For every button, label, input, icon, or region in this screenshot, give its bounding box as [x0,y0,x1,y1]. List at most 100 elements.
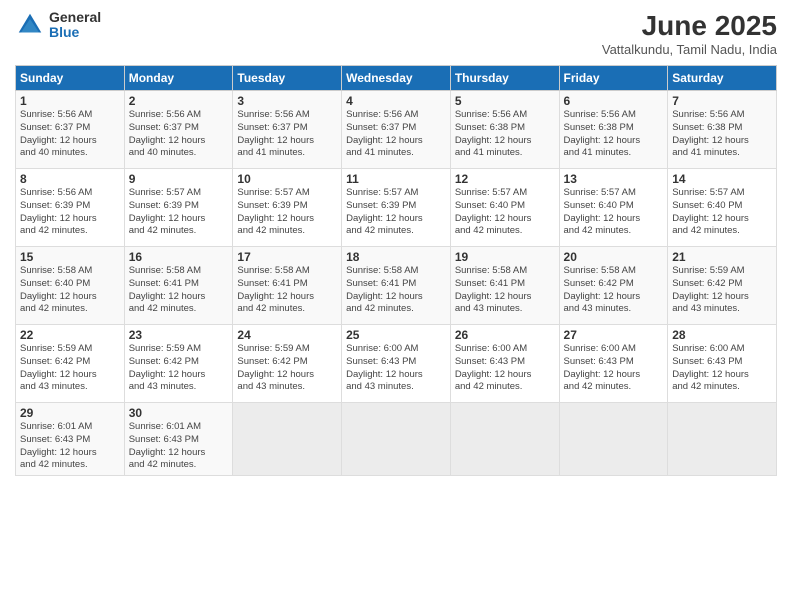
calendar-cell [559,403,668,476]
calendar-cell: 12Sunrise: 5:57 AM Sunset: 6:40 PM Dayli… [450,169,559,247]
header: General Blue June 2025 Vattalkundu, Tami… [15,10,777,57]
calendar-cell: 5Sunrise: 5:56 AM Sunset: 6:38 PM Daylig… [450,91,559,169]
calendar-cell: 1Sunrise: 5:56 AM Sunset: 6:37 PM Daylig… [16,91,125,169]
day-number: 11 [346,172,446,186]
calendar-cell: 4Sunrise: 5:56 AM Sunset: 6:37 PM Daylig… [342,91,451,169]
col-header-tuesday: Tuesday [233,66,342,91]
calendar-cell: 23Sunrise: 5:59 AM Sunset: 6:42 PM Dayli… [124,325,233,403]
calendar-cell [450,403,559,476]
calendar-cell: 19Sunrise: 5:58 AM Sunset: 6:41 PM Dayli… [450,247,559,325]
col-header-thursday: Thursday [450,66,559,91]
day-number: 25 [346,328,446,342]
day-info: Sunrise: 6:01 AM Sunset: 6:43 PM Dayligh… [129,421,229,472]
calendar-week-5: 29 Sunrise: 6:01 AM Sunset: 6:43 PM Dayli… [16,403,777,476]
calendar-cell: 8Sunrise: 5:56 AM Sunset: 6:39 PM Daylig… [16,169,125,247]
day-number: 4 [346,94,446,108]
day-number: 28 [672,328,772,342]
day-number: 19 [455,250,555,264]
day-number: 29 [20,406,120,420]
calendar-cell: 22Sunrise: 5:59 AM Sunset: 6:42 PM Dayli… [16,325,125,403]
calendar-cell: 6Sunrise: 5:56 AM Sunset: 6:38 PM Daylig… [559,91,668,169]
day-info: Sunrise: 6:00 AM Sunset: 6:43 PM Dayligh… [564,343,664,394]
logo: General Blue [15,10,101,41]
day-number: 1 [20,94,120,108]
day-number: 8 [20,172,120,186]
day-info: Sunrise: 5:56 AM Sunset: 6:39 PM Dayligh… [20,187,120,238]
calendar-cell: 9Sunrise: 5:57 AM Sunset: 6:39 PM Daylig… [124,169,233,247]
logo-general: General [49,10,101,25]
calendar-week-4: 22Sunrise: 5:59 AM Sunset: 6:42 PM Dayli… [16,325,777,403]
day-number: 6 [564,94,664,108]
calendar-week-2: 8Sunrise: 5:56 AM Sunset: 6:39 PM Daylig… [16,169,777,247]
day-number: 16 [129,250,229,264]
day-number: 12 [455,172,555,186]
calendar-cell: 10Sunrise: 5:57 AM Sunset: 6:39 PM Dayli… [233,169,342,247]
day-info: Sunrise: 5:59 AM Sunset: 6:42 PM Dayligh… [20,343,120,394]
logo-blue: Blue [49,25,101,40]
day-number: 30 [129,406,229,420]
day-number: 24 [237,328,337,342]
calendar-cell: 21Sunrise: 5:59 AM Sunset: 6:42 PM Dayli… [668,247,777,325]
location-subtitle: Vattalkundu, Tamil Nadu, India [602,42,777,57]
day-info: Sunrise: 6:00 AM Sunset: 6:43 PM Dayligh… [455,343,555,394]
calendar-cell: 28Sunrise: 6:00 AM Sunset: 6:43 PM Dayli… [668,325,777,403]
day-number: 22 [20,328,120,342]
day-info: Sunrise: 5:56 AM Sunset: 6:38 PM Dayligh… [672,109,772,160]
day-number: 10 [237,172,337,186]
day-info: Sunrise: 5:57 AM Sunset: 6:39 PM Dayligh… [346,187,446,238]
month-title: June 2025 [602,10,777,42]
calendar-cell: 13Sunrise: 5:57 AM Sunset: 6:40 PM Dayli… [559,169,668,247]
day-info: Sunrise: 5:59 AM Sunset: 6:42 PM Dayligh… [672,265,772,316]
calendar-cell: 27Sunrise: 6:00 AM Sunset: 6:43 PM Dayli… [559,325,668,403]
day-info: Sunrise: 5:57 AM Sunset: 6:39 PM Dayligh… [129,187,229,238]
calendar-week-1: 1 Sunrise: 5:56 AM Sunset: 6:37 PM Daylig… [16,91,777,169]
calendar-cell: 15Sunrise: 5:58 AM Sunset: 6:40 PM Dayli… [16,247,125,325]
day-number: 21 [672,250,772,264]
day-number: 3 [237,94,337,108]
title-block: June 2025 Vattalkundu, Tamil Nadu, India [602,10,777,57]
day-info: Sunrise: 5:56 AM Sunset: 6:38 PM Dayligh… [455,109,555,160]
col-header-friday: Friday [559,66,668,91]
day-number: 26 [455,328,555,342]
calendar-cell [342,403,451,476]
day-info: Sunrise: 5:58 AM Sunset: 6:42 PM Dayligh… [564,265,664,316]
calendar-cell: 16Sunrise: 5:58 AM Sunset: 6:41 PM Dayli… [124,247,233,325]
day-info: Sunrise: 6:00 AM Sunset: 6:43 PM Dayligh… [672,343,772,394]
day-number: 5 [455,94,555,108]
day-number: 23 [129,328,229,342]
day-number: 20 [564,250,664,264]
day-info: Sunrise: 5:57 AM Sunset: 6:40 PM Dayligh… [455,187,555,238]
calendar-cell [233,403,342,476]
day-info: Sunrise: 5:57 AM Sunset: 6:40 PM Dayligh… [672,187,772,238]
col-header-saturday: Saturday [668,66,777,91]
logo-text: General Blue [49,10,101,41]
day-info: Sunrise: 5:58 AM Sunset: 6:41 PM Dayligh… [346,265,446,316]
day-number: 18 [346,250,446,264]
day-info: Sunrise: 5:58 AM Sunset: 6:41 PM Dayligh… [129,265,229,316]
day-number: 2 [129,94,229,108]
calendar-cell: 20Sunrise: 5:58 AM Sunset: 6:42 PM Dayli… [559,247,668,325]
calendar-cell: 11Sunrise: 5:57 AM Sunset: 6:39 PM Dayli… [342,169,451,247]
calendar-cell: 14Sunrise: 5:57 AM Sunset: 6:40 PM Dayli… [668,169,777,247]
day-number: 14 [672,172,772,186]
calendar-cell: 17Sunrise: 5:58 AM Sunset: 6:41 PM Dayli… [233,247,342,325]
calendar-table: SundayMondayTuesdayWednesdayThursdayFrid… [15,65,777,476]
col-header-wednesday: Wednesday [342,66,451,91]
calendar-cell: 26Sunrise: 6:00 AM Sunset: 6:43 PM Dayli… [450,325,559,403]
day-number: 7 [672,94,772,108]
calendar-cell: 3Sunrise: 5:56 AM Sunset: 6:37 PM Daylig… [233,91,342,169]
day-number: 13 [564,172,664,186]
day-number: 27 [564,328,664,342]
calendar-cell: 2Sunrise: 5:56 AM Sunset: 6:37 PM Daylig… [124,91,233,169]
day-info: Sunrise: 5:57 AM Sunset: 6:40 PM Dayligh… [564,187,664,238]
calendar-cell: 25Sunrise: 6:00 AM Sunset: 6:43 PM Dayli… [342,325,451,403]
day-info: Sunrise: 5:58 AM Sunset: 6:41 PM Dayligh… [455,265,555,316]
calendar-cell: 29Sunrise: 6:01 AM Sunset: 6:43 PM Dayli… [16,403,125,476]
main-container: General Blue June 2025 Vattalkundu, Tami… [0,0,792,486]
calendar-cell: 7Sunrise: 5:56 AM Sunset: 6:38 PM Daylig… [668,91,777,169]
day-number: 15 [20,250,120,264]
day-number: 17 [237,250,337,264]
day-info: Sunrise: 5:56 AM Sunset: 6:37 PM Dayligh… [346,109,446,160]
calendar-cell: 30Sunrise: 6:01 AM Sunset: 6:43 PM Dayli… [124,403,233,476]
day-info: Sunrise: 5:58 AM Sunset: 6:41 PM Dayligh… [237,265,337,316]
